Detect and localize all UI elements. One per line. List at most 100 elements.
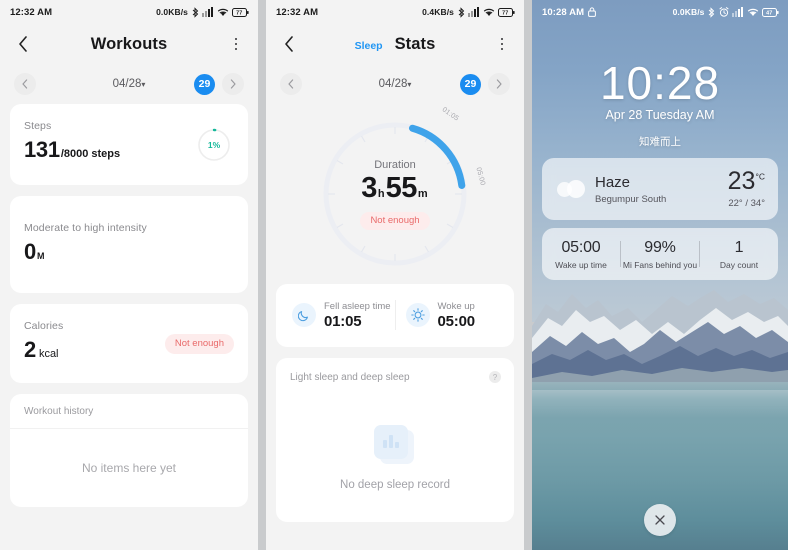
lockscreen-stats-widget[interactable]: 05:00 Wake up time 99% Mi Fans behind yo…: [542, 228, 778, 280]
date-value: 04/28: [112, 78, 142, 90]
weather-condition: Haze: [595, 173, 631, 191]
chevron-down-icon: ▾: [407, 80, 412, 89]
panel-divider: [258, 0, 266, 550]
chevron-left-icon: [19, 36, 27, 52]
phone-panel-lockscreen: 10:28 AM 0.0KB/s 47 10:28 Apr 28 Tuesday…: [532, 0, 788, 550]
stat-label: Wake up time: [555, 259, 607, 270]
sleep-card-list: Fell asleep time 01:05 Woke up 05:00 Lig…: [266, 284, 524, 522]
steps-progress-ring: 1%: [196, 127, 232, 163]
sleep-status-badge: Not enough: [360, 211, 430, 230]
sleep-times-row: Fell asleep time 01:05 Woke up 05:00: [276, 284, 514, 347]
phone-panel-workouts: 12:32 AM 0.0KB/s 77 Workouts 04/28▾ 29 S…: [0, 0, 258, 550]
duration-caption: Duration: [374, 158, 416, 171]
lockscreen-date: Apr 28 Tuesday AM: [605, 108, 715, 122]
kebab-dot: [234, 42, 238, 46]
page-title: Stats: [394, 34, 436, 53]
steps-card[interactable]: Steps 131 /8000 steps 1%: [10, 104, 248, 185]
close-icon: [655, 515, 665, 525]
intensity-value-row: 0 M: [24, 239, 234, 265]
weather-widget[interactable]: Haze Begumpur South 23°C 22° / 34°: [542, 158, 778, 220]
calories-status-badge: Not enough: [164, 333, 234, 354]
back-button[interactable]: [12, 33, 34, 55]
header-title-group: Sleep Stats: [266, 35, 524, 54]
duration-minutes-unit: m: [417, 187, 428, 200]
lock-icon: [588, 7, 597, 17]
calories-value: 2: [24, 337, 36, 362]
status-bar-network-speed: 0.0KB/s: [672, 7, 705, 17]
steps-value: 131: [24, 137, 60, 162]
cellular-signal-icon: [468, 7, 479, 17]
panel-divider: [524, 0, 532, 550]
bluetooth-icon: [458, 6, 465, 18]
deep-sleep-title: Light sleep and deep sleep: [290, 372, 410, 383]
weather-temp-range: 22° / 34°: [728, 198, 765, 209]
date-selector[interactable]: 04/28▾: [0, 78, 258, 90]
status-bar-time: 12:32 AM: [276, 6, 319, 18]
bluetooth-icon: [708, 6, 715, 18]
intensity-label: Moderate to high intensity: [24, 222, 147, 234]
wifi-icon: [217, 7, 229, 17]
back-button[interactable]: [278, 33, 300, 55]
sleep-times-card[interactable]: Fell asleep time 01:05 Woke up 05:00: [276, 284, 514, 347]
moon-icon: [292, 303, 316, 327]
day-badge[interactable]: 29: [194, 73, 215, 95]
close-button[interactable]: [644, 504, 676, 536]
stat-cell: 99% Mi Fans behind you: [621, 239, 699, 270]
sleep-duration-ring: 01:05 05:00 Duration 3 h 55 m Not enough: [316, 106, 487, 273]
chevron-left-icon: [285, 36, 293, 52]
fell-asleep-value: 01:05: [324, 312, 362, 330]
status-bar-stats: 12:32 AM 0.4KB/s 77: [266, 0, 524, 24]
weather-location: Begumpur South: [595, 193, 667, 205]
phone-panel-sleep-stats: 12:32 AM 0.4KB/s 77 Sleep Stats 04/28▾ 2…: [266, 0, 524, 550]
overflow-menu-button[interactable]: [492, 33, 512, 55]
workout-history-title: Workout history: [10, 394, 248, 429]
status-bar-time: 12:32 AM: [10, 6, 53, 18]
svg-text:77: 77: [502, 10, 508, 16]
date-selector[interactable]: 04/28▾: [266, 78, 524, 90]
lockscreen-motto: 知难而上: [639, 136, 681, 148]
woke-up-block: Woke up 05:00: [396, 301, 509, 330]
fell-asleep-label: Fell asleep time: [324, 300, 391, 312]
deep-sleep-card[interactable]: Light sleep and deep sleep ? No deep sle…: [276, 358, 514, 522]
status-bar-workouts: 12:32 AM 0.0KB/s 77: [0, 0, 258, 24]
workout-history-card[interactable]: Workout history No items here yet: [10, 394, 248, 507]
duration-minutes: 55: [385, 171, 418, 204]
svg-text:47: 47: [766, 10, 772, 16]
steps-goal: /8000 steps: [60, 148, 121, 160]
steps-progress-percent: 1%: [207, 139, 221, 150]
calories-card[interactable]: Calories 2 kcal Not enough: [10, 304, 248, 383]
stat-label: Day count: [719, 259, 759, 270]
date-navigation-workouts: 04/28▾ 29: [0, 64, 258, 104]
lockscreen-clock: 10:28: [599, 57, 721, 109]
duration-hours-unit: h: [377, 187, 385, 200]
weather-temperature: 23: [727, 167, 756, 195]
status-bar-network-speed: 0.0KB/s: [156, 7, 188, 17]
status-bar-time: 10:28 AM: [542, 6, 585, 18]
battery-icon: 77: [232, 7, 249, 17]
overflow-menu-button[interactable]: [226, 33, 246, 55]
deep-sleep-empty-text: No deep sleep record: [340, 479, 450, 491]
intensity-value: 0: [24, 239, 36, 264]
kebab-dot: [234, 47, 238, 51]
help-circle-icon[interactable]: ?: [489, 371, 501, 383]
intensity-card[interactable]: Moderate to high intensity 0 M: [10, 196, 248, 293]
wifi-icon: [747, 7, 759, 17]
status-bar-lockscreen: 10:28 AM 0.0KB/s 47: [532, 0, 788, 24]
page-title: Workouts: [90, 34, 168, 53]
weather-temp-unit: °C: [755, 171, 765, 182]
bluetooth-icon: [192, 6, 199, 18]
kebab-dot: [500, 37, 504, 41]
haze-cloud-icon: [555, 175, 589, 203]
calories-label: Calories: [24, 320, 64, 332]
lockscreen: 10:28 AM 0.0KB/s 47 10:28 Apr 28 Tuesday…: [532, 0, 788, 550]
day-badge[interactable]: 29: [460, 73, 481, 95]
stat-cell: 05:00 Wake up time: [542, 239, 620, 270]
calories-unit: kcal: [38, 348, 59, 360]
workouts-card-list: Steps 131 /8000 steps 1% Moderate to hig…: [0, 104, 258, 507]
svg-text:77: 77: [236, 10, 242, 16]
sleep-end-time-label: 05:00: [474, 166, 487, 187]
stat-value: 99%: [644, 238, 676, 256]
stat-value: 1: [734, 238, 744, 256]
app-header-stats: Sleep Stats: [266, 24, 524, 64]
tab-sleep[interactable]: Sleep: [355, 40, 383, 52]
